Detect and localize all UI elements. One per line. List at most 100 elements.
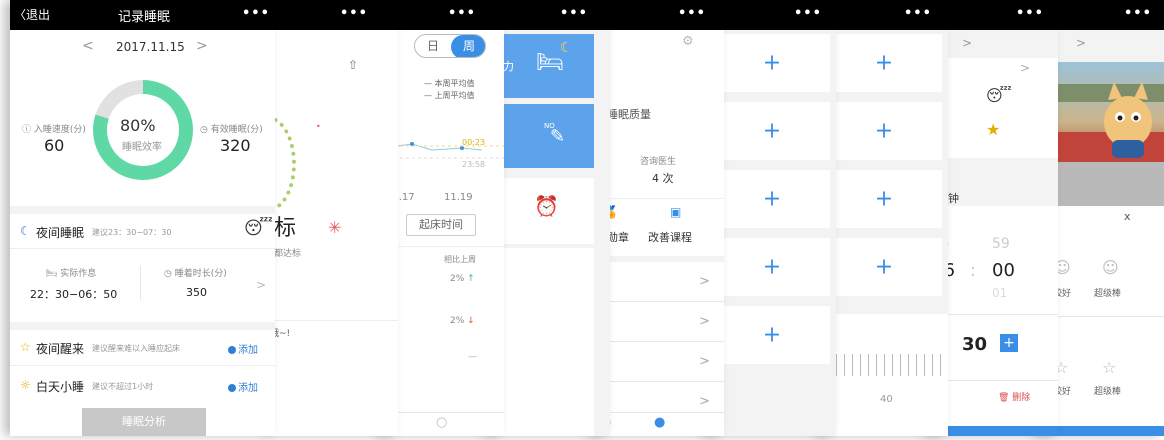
back-button[interactable]: 〈退出 — [14, 6, 50, 23]
actual-rest-label: 🛏 实际作息 — [46, 269, 97, 279]
screen-6: ••• + + + + + — [708, 0, 836, 436]
more-icon[interactable]: ••• — [1124, 6, 1152, 21]
next-arrow[interactable]: > — [1076, 36, 1086, 50]
legend-last-week: — 上周平均值 — [424, 91, 475, 100]
plus-icon: + — [762, 50, 782, 76]
status-bar: ••• — [594, 0, 724, 30]
sleep-duration-label: ◷ 睡着时长(分) — [164, 269, 227, 279]
compare-label: 相比上周 — [444, 255, 476, 264]
day-nap-title: 白天小睡 — [36, 380, 85, 394]
add-slot-5[interactable]: + — [714, 306, 830, 364]
more-icon[interactable]: ••• — [794, 6, 822, 21]
row-chevron: > — [699, 274, 710, 289]
night-wake-hint: 建议醒来难以入睡应起床 — [92, 344, 180, 353]
add-slot-4[interactable]: + — [714, 238, 830, 296]
sleep-speed-label-text: 入睡速度(分) — [33, 125, 86, 135]
alarm-clock-icon: ⏰ — [534, 194, 559, 218]
plus-icon: + — [762, 186, 782, 212]
add-slot-1[interactable]: + — [826, 34, 942, 92]
tab-week[interactable]: 周 — [451, 35, 485, 57]
more-icon[interactable]: ••• — [242, 6, 270, 21]
share-icon[interactable]: ⇧ — [348, 58, 358, 72]
more-icon[interactable]: ••• — [448, 6, 476, 21]
range-toggle[interactable]: 日 周 — [414, 34, 486, 58]
wake-time-button[interactable]: 起床时间 — [406, 214, 476, 236]
course-text[interactable]: 改善课程 — [648, 229, 692, 245]
more-icon[interactable]: ••• — [904, 6, 932, 21]
status-bar: ••• — [490, 0, 610, 30]
more-icon[interactable]: ••• — [678, 6, 706, 21]
nav-bar: 〈退出 记录睡眠 ••• — [10, 0, 275, 30]
minute-value[interactable]: 00 — [992, 260, 1015, 281]
actual-rest-value: 22：30−06：50 — [30, 288, 118, 301]
efficiency-value: 80% — [120, 116, 156, 135]
row-chevron: > — [699, 354, 710, 369]
user-icon[interactable]: ○ — [436, 415, 447, 430]
goal-text: 标 — [274, 216, 297, 241]
great-face-icon[interactable]: ☺ — [1102, 258, 1119, 277]
list-item[interactable]: > — [594, 262, 724, 302]
night-sleep-chevron[interactable]: > — [256, 278, 266, 292]
list-item[interactable]: > — [594, 302, 724, 342]
screen-2: ••• ⇧ • 标 ✳ 都达标 哦~! — [270, 0, 398, 436]
time-colon: : — [970, 260, 977, 281]
add-slot-2[interactable]: + — [714, 102, 830, 160]
user-icon[interactable]: ● — [654, 415, 665, 430]
day-nap-add-button[interactable]: 添加 — [228, 379, 258, 394]
more-icon[interactable]: ••• — [340, 6, 368, 21]
more-icon[interactable]: ••• — [1016, 6, 1044, 21]
prev-date-button[interactable]: < — [82, 38, 94, 54]
plus-circle-icon — [228, 346, 236, 354]
pct-up: 2% ↑ — [450, 274, 475, 284]
status-bar: ••• — [270, 0, 398, 30]
sleep-analysis-button[interactable]: 睡眠分析 — [82, 408, 206, 436]
delete-button[interactable]: 🗑 删除 — [998, 390, 1030, 403]
close-icon[interactable]: x — [1124, 210, 1131, 223]
list-item[interactable]: > — [594, 342, 724, 382]
plus-button[interactable]: + — [1000, 334, 1018, 352]
no-phone-icon: ✎ — [550, 126, 566, 147]
date-label: 2017.11.15 — [116, 40, 185, 54]
next-arrow[interactable]: > — [962, 36, 972, 50]
plus-circle-icon — [228, 384, 236, 392]
row-chevron: > — [699, 314, 710, 329]
row-chevron[interactable]: > — [1020, 61, 1030, 75]
night-sleep-section[interactable]: ☾ 夜间睡眠 建议23：30−07：30 😴 🛏 实际作息 22：30−06：5… — [10, 214, 275, 322]
add-slot-3[interactable]: + — [714, 170, 830, 228]
efficiency-label: 睡眠效率 — [122, 142, 162, 153]
sleep-speed-value: 60 — [44, 136, 65, 155]
next-date-button[interactable]: > — [196, 38, 208, 54]
status-bar: ••• — [930, 0, 1058, 30]
more-icon[interactable]: ••• — [560, 6, 588, 21]
night-sleep-hint: 建议23：30−07：30 — [92, 228, 172, 237]
screen-7: ••• + + + + 40 — [820, 0, 948, 436]
screen-3: ••• 日 周 — 本周平均值 — 上周平均值 00:23 23:58 11.1… — [382, 0, 504, 436]
ruler-value: 40 — [880, 394, 893, 405]
course-icon: ▣ — [670, 205, 682, 219]
screen-1-sleep-record: 〈退出 记录睡眠 ••• < 2017.11.15 > 80% 睡眠效率 ⓘ 入… — [10, 0, 275, 436]
effective-sleep-value: 320 — [220, 136, 251, 155]
arrow-down-icon: ↓ — [467, 316, 475, 326]
tab-day[interactable]: 日 — [415, 35, 451, 57]
star-outline-icon: ☆ — [20, 340, 31, 354]
sleepy-face-icon: 😴 — [986, 86, 1012, 105]
trend-line — [382, 142, 504, 159]
add-slot-1[interactable]: + — [714, 34, 830, 92]
sleep-duration-label-text: 睡着时长(分) — [174, 269, 227, 279]
status-bar: ••• — [820, 0, 948, 30]
pct-none: — — [468, 352, 477, 362]
add-slot-4[interactable]: + — [826, 238, 942, 296]
moon-icon: ☾ — [560, 40, 573, 56]
great-star-icon[interactable]: ☆ — [1102, 358, 1116, 377]
add-slot-2[interactable]: + — [826, 102, 942, 160]
add-slot-3[interactable]: + — [826, 170, 942, 228]
stepper-value: 30 — [962, 334, 988, 355]
actual-rest-label-text: 实际作息 — [60, 269, 97, 279]
pct-up-value: 2% — [450, 274, 465, 284]
screen-4: ••• 精力 🛏 ☾ NO ✎ ⏰ — [490, 0, 610, 436]
night-wake-add-button[interactable]: 添加 — [228, 341, 258, 356]
plus-icon: + — [874, 50, 894, 76]
effective-sleep-label-text: 有效睡眠(分) — [210, 125, 263, 135]
ruler-panel[interactable]: 40 — [820, 314, 948, 436]
settings-icon[interactable]: ⚙ — [682, 34, 694, 49]
